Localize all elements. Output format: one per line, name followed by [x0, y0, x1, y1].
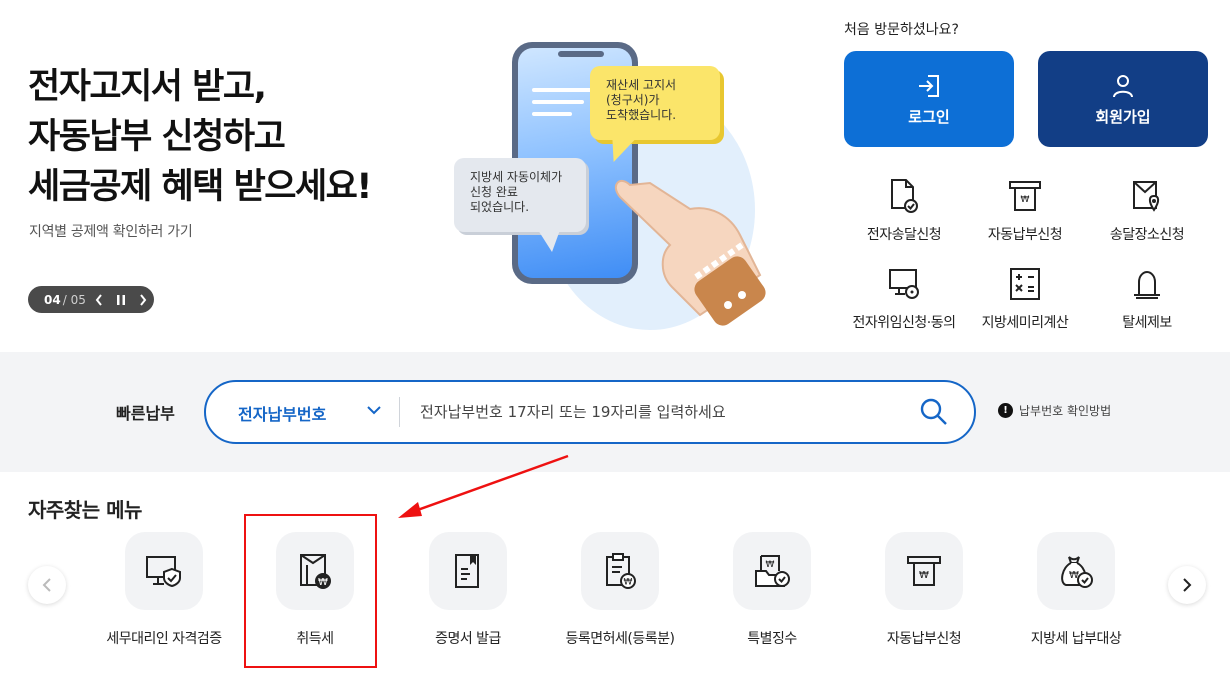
fast-pay-label: 빠른납부	[116, 404, 175, 423]
hero-title-line-2: 자동납부 신청하고	[28, 117, 286, 157]
pause-slide-button[interactable]	[112, 290, 130, 310]
svg-text:₩: ₩	[919, 570, 929, 581]
fast-pay-band: 빠른납부 전자납부번호 ! 납부번호 확인방법	[0, 352, 1230, 472]
payment-number-help-link[interactable]: ! 납부번호 확인방법	[998, 402, 1111, 419]
frequent-item-registration-tax[interactable]: ₩ 등록면허세(등록분)	[535, 532, 705, 648]
banner-pager: 04 / 05	[28, 286, 154, 313]
login-label: 로그인	[908, 107, 950, 126]
quick-e-delegation[interactable]: 전자위임신청·동의	[844, 264, 964, 332]
auto-pay-icon: ₩	[1009, 181, 1041, 211]
help-label: 납부번호 확인방법	[1019, 404, 1112, 418]
quick-auto-pay[interactable]: ₩ 자동납부신청	[965, 176, 1085, 244]
svg-text:₩: ₩	[624, 578, 633, 588]
notice-bubble-gray: 지방세 자동이체가 신청 완료 되었습니다.	[454, 158, 586, 252]
svg-text:₩: ₩	[766, 560, 775, 570]
delivery-place-icon	[1133, 181, 1160, 212]
hero-illustration: 재산세 고지서 (청구서)가 도착했습니다. 지방세 자동이체가 신청 완료 되…	[440, 30, 780, 340]
annotation-arrow-icon	[398, 454, 569, 518]
login-button[interactable]: 로그인	[844, 51, 1014, 147]
frequent-prev-button[interactable]	[28, 566, 66, 604]
quick-tax-evasion-report[interactable]: 탈세제보	[1087, 264, 1207, 332]
monitor-shield-icon	[146, 556, 181, 588]
search-button[interactable]	[918, 396, 950, 428]
e-delegation-icon	[889, 269, 919, 299]
chevron-left-icon	[42, 578, 51, 592]
frequent-menu-title: 자주찾는 메뉴	[28, 498, 142, 522]
alarm-bell-icon	[1134, 270, 1160, 299]
login-icon	[919, 74, 939, 97]
user-icon	[1113, 74, 1133, 97]
frequent-item-local-tax-target[interactable]: ₩ 지방세 납부대상	[991, 532, 1161, 648]
pause-icon	[116, 294, 125, 305]
pointing-hand-icon	[614, 179, 766, 326]
special-collection-icon: ₩	[755, 555, 790, 587]
search-icon	[920, 398, 947, 425]
notice-bubble-yellow: 재산세 고지서 (청구서)가 도착했습니다.	[590, 66, 720, 140]
quick-delivery-place[interactable]: 송달장소신청	[1087, 176, 1207, 244]
chevron-right-icon	[1183, 578, 1192, 592]
calculator-icon	[1010, 268, 1040, 300]
select-toggle[interactable]	[366, 402, 382, 422]
chevron-left-icon	[95, 293, 102, 306]
frequent-item-tax-agent-verify[interactable]: 세무대리인 자격검증	[79, 532, 249, 648]
hero-title: 전자고지서 받고, 자동납부 신청하고 세금공제 혜택 받으세요!	[28, 62, 372, 212]
chevron-down-icon	[367, 406, 381, 415]
quick-e-delivery[interactable]: 전자송달신청	[844, 176, 964, 244]
auto-pay-icon: ₩	[907, 556, 941, 586]
money-bag-icon: ₩	[1061, 556, 1093, 588]
certificate-icon	[455, 554, 479, 588]
pager-current: 04	[44, 292, 61, 307]
info-icon: !	[998, 403, 1013, 418]
highlight-box	[244, 514, 377, 668]
e-delivery-icon	[891, 179, 918, 213]
frequent-next-button[interactable]	[1168, 566, 1206, 604]
fast-pay-search: 전자납부번호	[204, 380, 976, 444]
pager-total-wrap: / 05	[62, 292, 86, 307]
first-visit-text: 처음 방문하셨나요?	[844, 22, 959, 38]
next-slide-button[interactable]	[134, 290, 152, 310]
quick-calculator[interactable]: 지방세미리계산	[965, 264, 1085, 332]
payment-type-select[interactable]: 전자납부번호	[238, 401, 326, 425]
signup-label: 회원가입	[1095, 107, 1151, 126]
registration-tax-icon: ₩	[606, 553, 636, 589]
pager-total: 05	[70, 292, 86, 307]
deduction-link[interactable]: 지역별 공제액 확인하러 가기	[29, 221, 193, 241]
hero-title-line-1: 전자고지서 받고,	[28, 67, 267, 107]
frequent-item-certificate[interactable]: 증명서 발급	[383, 532, 553, 648]
signup-button[interactable]: 회원가입	[1038, 51, 1208, 147]
frequent-item-auto-pay[interactable]: ₩ 자동납부신청	[839, 532, 1009, 648]
hero-title-line-3: 세금공제 혜택 받으세요!	[28, 167, 372, 207]
payment-number-input[interactable]	[420, 396, 890, 428]
frequent-item-special-collection[interactable]: ₩ 특별징수	[687, 532, 857, 648]
svg-text:₩: ₩	[1021, 195, 1030, 205]
prev-slide-button[interactable]	[90, 290, 108, 310]
chevron-right-icon	[140, 293, 147, 306]
